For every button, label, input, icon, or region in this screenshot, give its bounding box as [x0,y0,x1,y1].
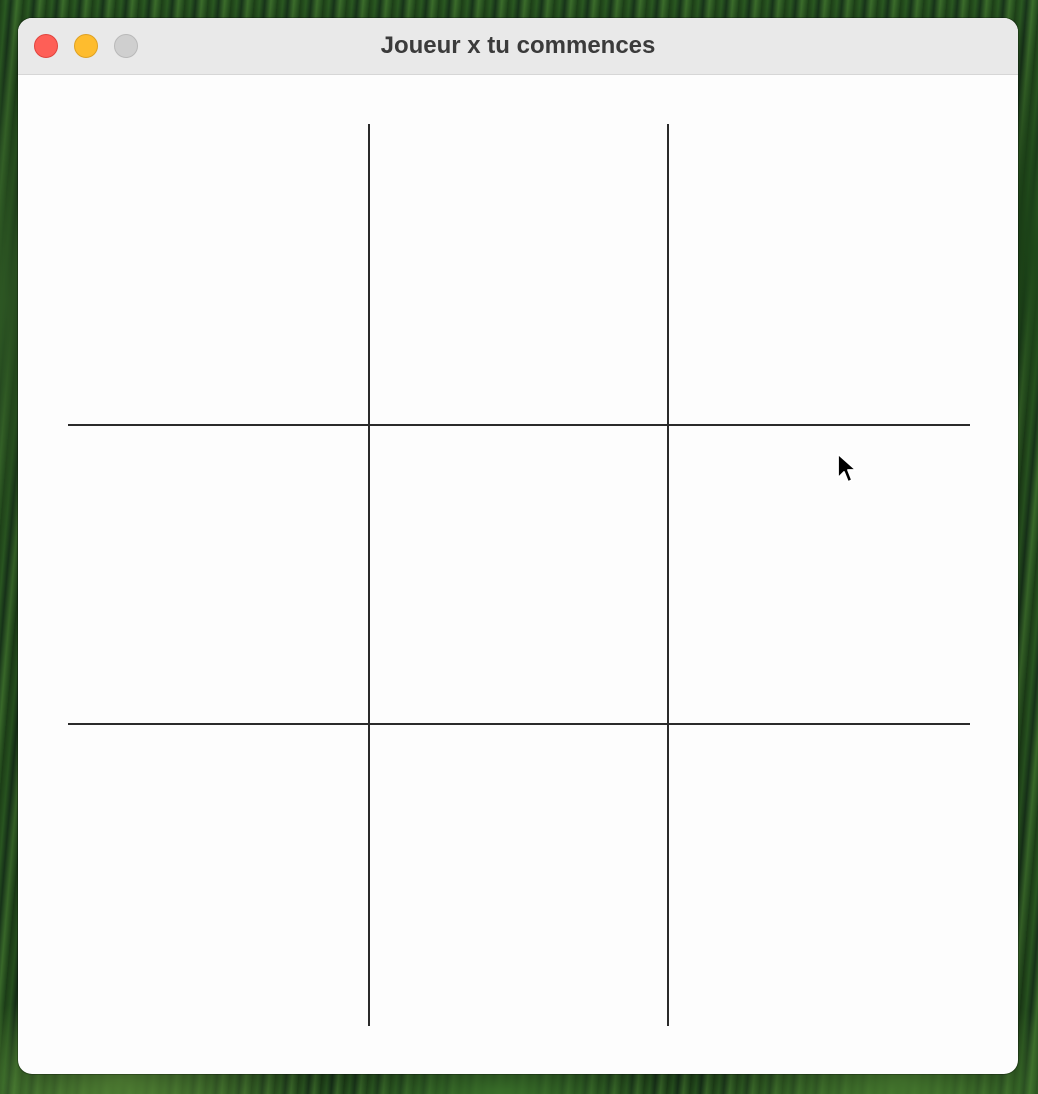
tic-tac-toe-board [68,124,970,1026]
grid-line-vertical-2 [667,124,669,1026]
board-cell-r2-c2[interactable] [369,425,669,725]
board-cell-r3-c1[interactable] [68,725,368,1025]
board-cell-r1-c3[interactable] [669,124,969,424]
board-cell-r3-c2[interactable] [369,725,669,1025]
board-cell-r1-c2[interactable] [369,124,669,424]
title-bar[interactable]: Joueur x tu commences [18,18,1018,75]
game-window: Joueur x tu commences [18,18,1018,1074]
window-title: Joueur x tu commences [380,32,656,59]
board-cell-r1-c1[interactable] [68,124,368,424]
board-cell-r3-c3[interactable] [669,725,969,1025]
board-cell-r2-c3[interactable] [669,425,969,725]
grid-line-horizontal-1 [68,424,970,426]
grid-line-horizontal-2 [68,723,970,725]
grid-line-vertical-1 [368,124,370,1026]
board-cell-r2-c1[interactable] [68,425,368,725]
